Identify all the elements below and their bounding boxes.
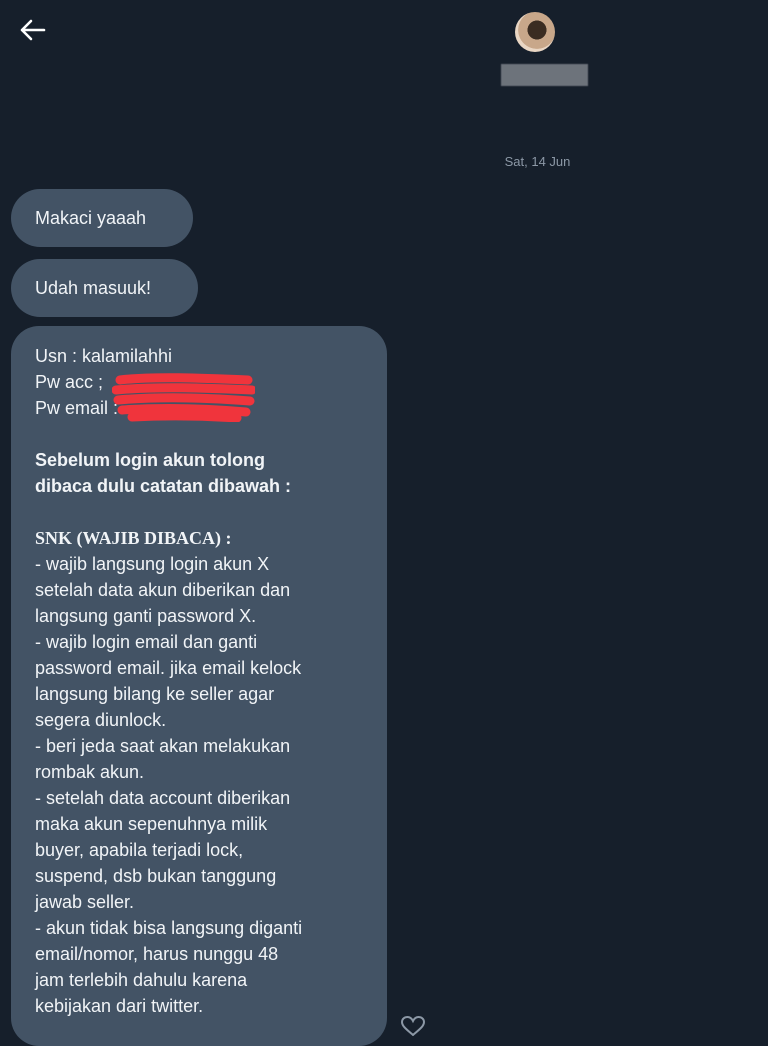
- snk-line: segera diunlock.: [35, 710, 167, 730]
- snk-line: buyer, apabila terjadi lock,: [35, 840, 244, 860]
- snk-line: setelah data akun diberikan dan: [35, 580, 291, 600]
- snk-line: rombak akun.: [35, 762, 145, 782]
- snk-line: password email. jika email kelock: [35, 658, 302, 678]
- snk-line: maka akun sepenuhnya milik: [35, 814, 268, 834]
- message-bubble-long[interactable]: Usn : kalamilahhi Pw acc ; Pw email : Se…: [11, 326, 387, 1046]
- message-text: Makaci yaaah: [35, 208, 147, 228]
- snk-line: kebijakan dari twitter.: [35, 996, 204, 1016]
- message-text: Udah masuuk!: [35, 278, 152, 298]
- snk-line: jawab seller.: [35, 892, 135, 912]
- intro-line: Sebelum login akun tolong: [35, 450, 266, 470]
- avatar[interactable]: [515, 12, 555, 52]
- snk-line: - wajib langsung login akun X: [35, 554, 270, 574]
- date-separator: Sat, 14 Jun: [504, 154, 571, 169]
- snk-line: - wajib login email dan ganti: [35, 632, 258, 652]
- snk-line: langsung ganti password X.: [35, 606, 257, 626]
- snk-line: - akun tidak bisa langsung diganti: [35, 918, 303, 938]
- snk-line: - setelah data account diberikan: [35, 788, 291, 808]
- snk-line: email/nomor, harus nunggu 48: [35, 944, 279, 964]
- username-line: Usn : kalamilahhi: [35, 346, 173, 366]
- intro-line: dibaca dulu catatan dibawah :: [35, 476, 292, 496]
- arrow-left-icon: [20, 19, 46, 41]
- snk-line: suspend, dsb bukan tanggung: [35, 866, 277, 886]
- message-bubble[interactable]: Makaci yaaah: [11, 189, 193, 247]
- snk-line: - beri jeda saat akan melakukan: [35, 736, 291, 756]
- back-button[interactable]: [14, 12, 50, 48]
- password-redaction-scribble: [112, 373, 255, 422]
- snk-line: langsung bilang ke seller agar: [35, 684, 275, 704]
- conversation-name-redacted: [501, 64, 588, 86]
- heart-icon[interactable]: [398, 1016, 428, 1036]
- message-bubble[interactable]: Udah masuuk!: [11, 259, 198, 317]
- snk-line: jam terlebih dahulu karena: [35, 970, 248, 990]
- snk-title: SNK (WAJIB DIBACA) :: [35, 528, 232, 548]
